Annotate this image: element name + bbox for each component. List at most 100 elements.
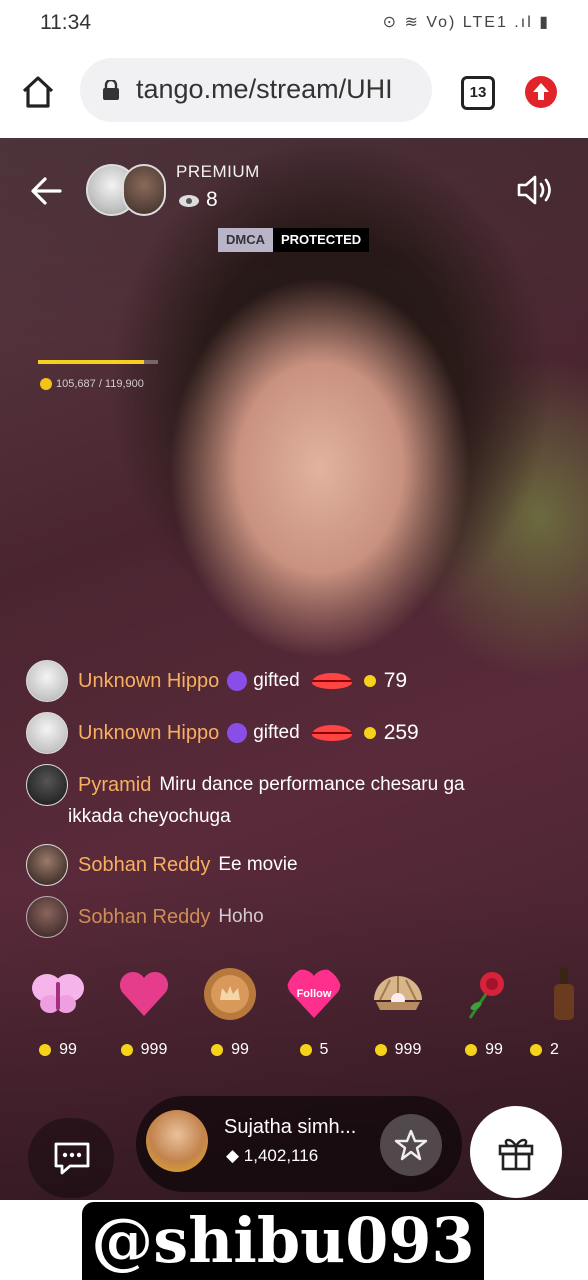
coin-icon — [465, 1043, 478, 1056]
browser-toolbar: tango.me/stream/UHI 13 — [0, 44, 588, 138]
coin-icon — [363, 675, 376, 687]
chat-button[interactable] — [28, 1118, 114, 1198]
gift-price-value: 99 — [231, 1041, 249, 1058]
pearl-shell-icon — [374, 976, 422, 1010]
gift-price-value: 2 — [550, 1041, 559, 1058]
lock-icon — [103, 80, 119, 100]
bottom-bar: Sujatha simh... ◆ 1,402,116 — [0, 1076, 588, 1200]
back-arrow-icon[interactable] — [30, 176, 62, 206]
goal-progress-bar — [38, 360, 158, 364]
gift-button[interactable] — [470, 1106, 562, 1198]
heart-icon — [119, 971, 169, 1016]
crown-coin-icon — [204, 968, 256, 1020]
avatar[interactable] — [26, 844, 68, 886]
chat-username[interactable]: Unknown Hippo — [78, 722, 219, 745]
rose-icon — [468, 972, 504, 1019]
bottle-icon — [554, 968, 574, 1020]
chat-amount: 79 — [383, 669, 408, 692]
goal-text: 105,687 / 119,900 — [56, 378, 144, 390]
chat-text: gifted — [253, 670, 300, 691]
chat-message: Unknown Hippo gifted 259 — [26, 710, 419, 756]
chat-text: Ee movie — [218, 854, 298, 875]
chat-message: Sobhan Reddy Hoho — [26, 894, 264, 940]
upload-icon[interactable] — [525, 76, 557, 108]
watermark: @shibu093 — [82, 1202, 484, 1280]
chat-message: Sobhan Reddy Ee movie — [26, 842, 298, 888]
url-bar[interactable]: tango.me/stream/UHI — [80, 58, 432, 122]
coin-icon — [299, 1043, 312, 1056]
speaker-icon[interactable] — [516, 174, 556, 206]
watermark-text: @shibu093 — [91, 1204, 475, 1277]
chat-message: Unknown Hippo gifted 79 — [26, 658, 407, 704]
gift-price: 99 — [194, 1041, 266, 1059]
coin-icon — [530, 1043, 542, 1056]
coin-icon — [374, 1043, 387, 1056]
host-avatar-small[interactable] — [122, 164, 166, 216]
goal-progress-label: 105,687 / 119,900 — [40, 378, 144, 391]
goal-progress-fill — [38, 360, 144, 364]
gift-follow[interactable]: Follow 5 — [278, 966, 350, 1059]
host-info-card[interactable]: Sujatha simh... ◆ 1,402,116 — [136, 1096, 462, 1192]
gift-rose[interactable]: 99 — [448, 966, 520, 1059]
gift-pearl-shell[interactable]: 999 — [362, 966, 434, 1059]
coin-icon — [120, 1043, 133, 1056]
follow-label: Follow — [297, 988, 332, 1000]
lips-gift-icon — [311, 725, 352, 741]
dmca-protected-badge: DMCA PROTECTED — [218, 228, 370, 252]
chat-username[interactable]: Unknown Hippo — [78, 670, 219, 693]
gift-price: 999 — [108, 1041, 180, 1059]
gift-price-value: 5 — [319, 1041, 329, 1058]
gift-strip: 99 999 99 Follow 5 999 99 2 — [0, 966, 588, 1066]
follow-heart-icon: Follow — [287, 969, 341, 1018]
gift-crown-coin[interactable]: 99 — [194, 966, 266, 1059]
chat-bubble-icon — [54, 1142, 90, 1175]
gift-box-icon — [498, 1138, 534, 1171]
butterfly-icon — [32, 974, 84, 1013]
lips-gift-icon — [311, 673, 352, 689]
host-name: Sujatha simh... — [224, 1116, 357, 1138]
tab-switcher-button[interactable]: 13 — [461, 76, 495, 110]
dmca-label: DMCA — [218, 228, 273, 252]
status-time: 11:34 — [40, 11, 91, 34]
gift-butterfly[interactable]: 99 — [22, 966, 94, 1059]
host-avatar[interactable] — [146, 1110, 208, 1172]
premium-label: PREMIUM — [176, 162, 260, 181]
gift-bottle[interactable]: 2 — [530, 966, 588, 1059]
star-badge-icon — [227, 723, 248, 743]
chat-message-continued: ikkada cheyochuga — [68, 794, 231, 840]
gift-heart[interactable]: 999 — [108, 966, 180, 1059]
gift-price: 2 — [530, 1041, 588, 1059]
eye-icon — [179, 195, 199, 207]
star-badge-icon — [227, 671, 248, 691]
protected-label: PROTECTED — [273, 228, 370, 252]
avatar[interactable] — [26, 712, 68, 754]
gift-price-value: 999 — [140, 1041, 168, 1058]
host-diamonds: ◆ 1,402,116 — [226, 1146, 319, 1165]
home-icon[interactable] — [20, 74, 56, 110]
coin-icon — [363, 727, 376, 739]
gift-price-value: 99 — [59, 1041, 77, 1058]
chat-text: Miru dance performance chesaru ga — [159, 774, 465, 795]
coin-icon — [39, 1043, 52, 1056]
chat-username[interactable]: Sobhan Reddy — [78, 854, 210, 877]
live-stream-view[interactable]: PREMIUM 8 DMCA PROTECTED 105,687 / 119,9… — [0, 138, 588, 1200]
star-icon — [394, 1129, 428, 1161]
gift-price: 99 — [448, 1041, 520, 1059]
chat-amount: 259 — [383, 721, 419, 744]
status-bar: 11:34 ⊙ ≋ Vo) LTE1 .ıl ▮ — [0, 0, 588, 44]
coin-icon — [211, 1043, 224, 1056]
host-diamond-count: 1,402,116 — [243, 1146, 319, 1165]
gift-price: 5 — [278, 1041, 350, 1059]
gift-price-value: 999 — [394, 1041, 422, 1058]
favorite-button[interactable] — [380, 1114, 442, 1176]
chat-username[interactable]: Sobhan Reddy — [78, 906, 210, 929]
gift-price-value: 99 — [485, 1041, 503, 1058]
avatar[interactable] — [26, 660, 68, 702]
gift-price: 999 — [362, 1041, 434, 1059]
avatar[interactable] — [26, 896, 68, 938]
gift-price: 99 — [22, 1041, 94, 1059]
status-icons: ⊙ ≋ Vo) LTE1 .ıl ▮ — [382, 14, 550, 31]
avatar[interactable] — [26, 764, 68, 806]
chat-text: Hoho — [218, 906, 264, 927]
url-text: tango.me/stream/UHI — [136, 74, 393, 104]
